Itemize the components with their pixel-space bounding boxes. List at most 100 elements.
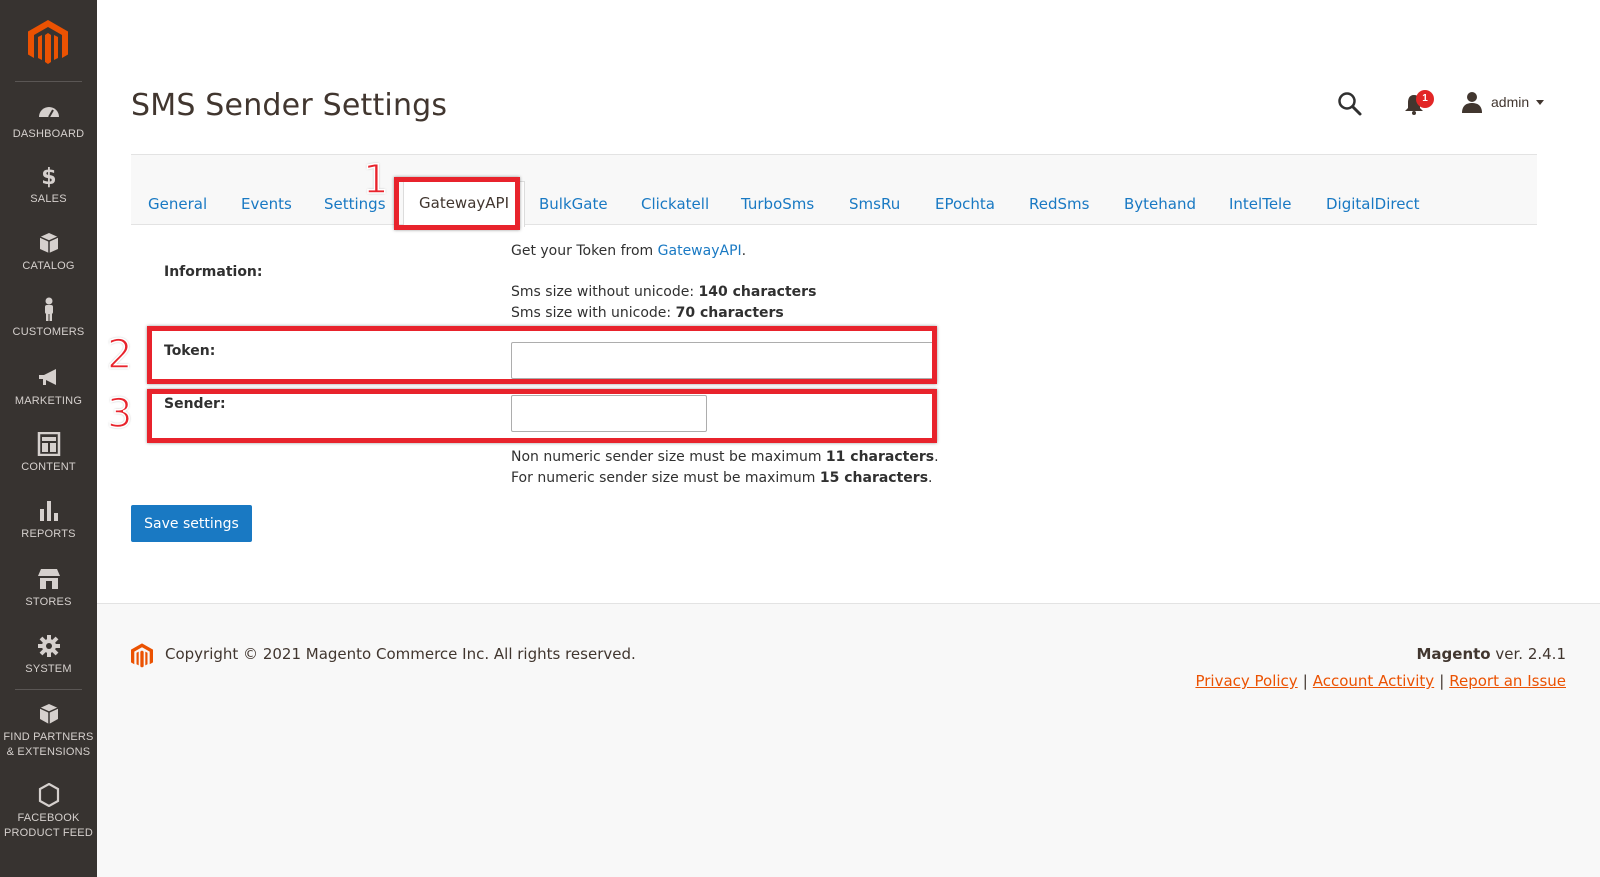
layout-icon (37, 432, 60, 456)
admin-user-menu[interactable]: admin (1461, 90, 1545, 114)
settings-tabs: General Events Settings GatewayAPI BulkG… (131, 155, 1537, 227)
token-info-text: Get your Token from GatewayAPI. (511, 241, 746, 262)
sidebar-item-find-partners[interactable]: FIND PARTNERS & EXTENSIONS (0, 702, 97, 760)
svg-text:$: $ (41, 165, 57, 188)
sidebar-item-reports[interactable]: REPORTS (0, 499, 97, 542)
sender-note-numeric: For numeric sender size must be maximum … (511, 468, 939, 489)
sms-size-label: Sms size with unicode: (511, 305, 676, 321)
sender-note-suffix: . (928, 470, 933, 486)
sidebar-item-sales[interactable]: $ SALES (0, 164, 97, 207)
search-icon[interactable] (1337, 91, 1363, 117)
save-settings-button[interactable]: Save settings (131, 505, 252, 542)
footer-divider (97, 603, 1600, 604)
sms-size-value: 140 characters (698, 284, 817, 300)
sidebar-item-label: MARKETING (14, 395, 83, 407)
sidebar-divider (15, 81, 82, 82)
sidebar-item-label: CONTENT (21, 461, 76, 473)
annotation-number-2: 2 (106, 332, 133, 378)
sidebar-item-customers[interactable]: CUSTOMERS (0, 297, 97, 340)
sidebar-item-label: STORES (25, 596, 72, 608)
sidebar-item-label: CUSTOMERS (12, 326, 85, 338)
sidebar-item-label: & EXTENSIONS (6, 746, 91, 758)
sidebar-item-label: SALES (30, 193, 67, 205)
annotation-number-3: 3 (106, 391, 133, 437)
sms-size-info: Sms size without unicode: 140 characters… (511, 282, 816, 324)
admin-username: admin (1491, 94, 1530, 110)
tab-digitaldirect[interactable]: DigitalDirect (1326, 195, 1420, 213)
account-activity-link[interactable]: Account Activity (1313, 672, 1434, 690)
sender-note-non-numeric: Non numeric sender size must be maximum … (511, 447, 939, 468)
sidebar-item-marketing[interactable]: MARKETING (0, 366, 97, 409)
sidebar-item-facebook-feed[interactable]: FACEBOOK PRODUCT FEED (0, 783, 97, 841)
sender-size-info: Non numeric sender size must be maximum … (511, 447, 939, 489)
sidebar-item-label: DASHBOARD (12, 128, 85, 140)
person-icon (44, 297, 53, 321)
tab-general[interactable]: General (148, 195, 207, 213)
sms-size-no-unicode: Sms size without unicode: 140 characters (511, 282, 816, 303)
sms-size-value: 70 characters (675, 305, 784, 321)
tab-inteltele[interactable]: IntelTele (1229, 195, 1291, 213)
information-label: Information: (164, 264, 263, 280)
sender-note-label: Non numeric sender size must be maximum (511, 449, 826, 465)
sidebar-item-label: FIND PARTNERS (3, 731, 94, 743)
tab-bulkgate[interactable]: BulkGate (539, 195, 608, 213)
hexagon-icon (38, 783, 59, 807)
user-icon (1462, 92, 1482, 113)
tab-turbosms[interactable]: TurboSms (741, 195, 814, 213)
sidebar-item-label: CATALOG (22, 260, 75, 272)
copyright-text: Copyright © 2021 Magento Commerce Inc. A… (165, 645, 636, 663)
token-label: Token: (164, 343, 216, 359)
sidebar-item-dashboard[interactable]: DASHBOARD (0, 99, 97, 142)
dollar-icon: $ (41, 165, 57, 188)
sms-size-unicode: Sms size with unicode: 70 characters (511, 303, 816, 324)
link-separator: | (1439, 672, 1445, 690)
sidebar-item-label: FACEBOOK (17, 812, 80, 824)
bar-chart-icon (39, 501, 58, 521)
store-icon (37, 569, 60, 589)
admin-sidebar: DASHBOARD $ SALES CATALOG CUSTOMERS MARK… (0, 0, 97, 877)
tab-epochta[interactable]: EPochta (935, 195, 995, 213)
sidebar-item-stores[interactable]: STORES (0, 567, 97, 610)
link-separator: | (1302, 672, 1308, 690)
sender-note-label: For numeric sender size must be maximum (511, 470, 820, 486)
brand-name: Magento (1416, 645, 1491, 663)
dashboard-icon (38, 107, 59, 118)
sender-input[interactable] (511, 395, 707, 432)
tab-gatewayapi[interactable]: GatewayAPI (403, 181, 525, 227)
tab-smsru[interactable]: SmsRu (849, 195, 900, 213)
sidebar-item-label: PRODUCT FEED (4, 827, 93, 839)
magento-logo-icon[interactable] (28, 20, 68, 66)
tab-bytehand[interactable]: Bytehand (1124, 195, 1196, 213)
sidebar-item-system[interactable]: SYSTEM (0, 634, 97, 677)
chevron-down-icon (1536, 99, 1545, 105)
page-title: SMS Sender Settings (131, 88, 448, 123)
sender-note-value: 15 characters (819, 470, 929, 486)
token-input[interactable] (511, 342, 936, 379)
sidebar-item-label: REPORTS (21, 528, 76, 540)
report-issue-link[interactable]: Report an Issue (1449, 672, 1566, 690)
sms-size-label: Sms size without unicode: (511, 284, 699, 300)
gear-icon (37, 635, 60, 657)
tab-events[interactable]: Events (241, 195, 292, 213)
privacy-policy-link[interactable]: Privacy Policy (1195, 672, 1297, 690)
footer-links: Privacy Policy | Account Activity | Report a… (1195, 672, 1566, 690)
megaphone-icon (38, 369, 56, 385)
sidebar-item-label: SYSTEM (25, 663, 72, 675)
token-info-prefix: Get your Token from (511, 243, 658, 259)
tab-clickatell[interactable]: Clickatell (641, 195, 709, 213)
version-info: Magento ver. 2.4.1 (1417, 645, 1567, 663)
sender-note-value: 11 characters (825, 449, 935, 465)
tab-redsms[interactable]: RedSms (1029, 195, 1089, 213)
version-number: ver. 2.4.1 (1490, 645, 1566, 663)
annotation-number-1: 1 (362, 157, 389, 203)
token-info-suffix: . (741, 243, 747, 259)
sidebar-item-catalog[interactable]: CATALOG (0, 231, 97, 274)
cubes-icon (39, 704, 58, 724)
gatewayapi-link[interactable]: GatewayAPI (658, 243, 742, 259)
notification-count-badge: 1 (1416, 90, 1434, 108)
box-icon (39, 233, 58, 253)
sidebar-item-content[interactable]: CONTENT (0, 432, 97, 475)
magento-logo-icon (131, 643, 153, 668)
sender-label: Sender: (164, 396, 226, 412)
sender-note-suffix: . (934, 449, 939, 465)
